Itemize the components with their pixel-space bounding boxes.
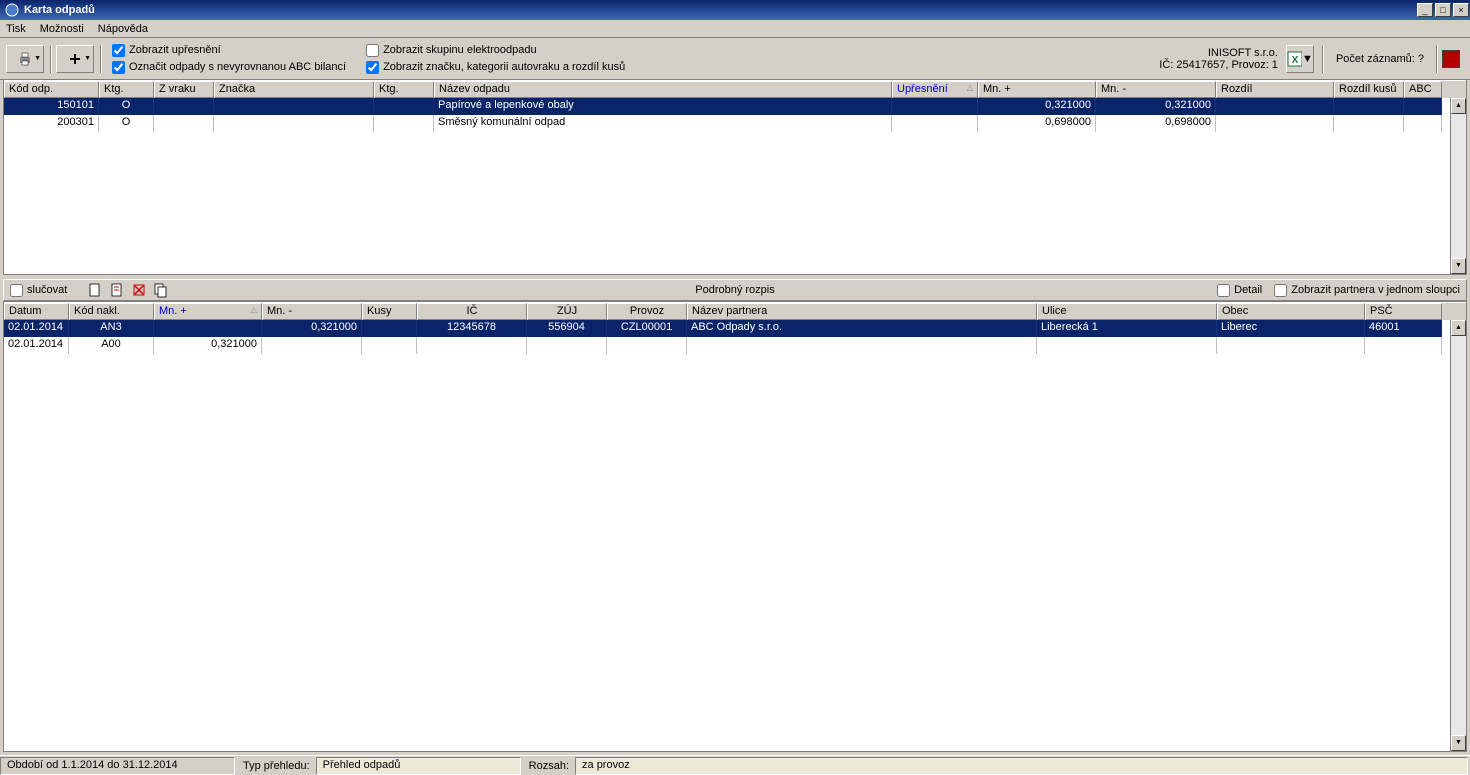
chk-znacku[interactable]: Zobrazit značku, kategorii autovraku a r… (366, 59, 625, 76)
top-scrollbar[interactable]: ▲ ▼ (1450, 98, 1466, 274)
status-obdobi: Období od 1.1.2014 do 31.12.2014 (0, 757, 235, 775)
col-ulice[interactable]: Ulice (1037, 303, 1217, 320)
bottom-grid-body[interactable]: 02.01.2014 AN3 0,321000 12345678 556904 … (4, 320, 1450, 751)
minimize-button[interactable]: _ (1417, 3, 1433, 17)
col-mnminus[interactable]: Mn. - (1096, 81, 1216, 98)
close-button[interactable]: × (1453, 3, 1469, 17)
svg-text:X: X (1292, 55, 1299, 66)
menu-moznosti[interactable]: Možnosti (40, 23, 84, 35)
col-partner[interactable]: Název partnera (687, 303, 1037, 320)
menu-tisk[interactable]: Tisk (6, 23, 26, 35)
maximize-button[interactable]: □ (1435, 3, 1451, 17)
col-rozdil-kusu[interactable]: Rozdíl kusů (1334, 81, 1404, 98)
scroll-down-icon[interactable]: ▼ (1451, 735, 1466, 751)
bottom-grid-header: Datum Kód nakl. Mn. + △ Mn. - Kusy IČ ZÚ… (4, 302, 1466, 320)
scroll-up-icon[interactable]: ▲ (1451, 320, 1466, 336)
table-row[interactable]: 150101 O Papírové a lepenkové obaly 0,32… (4, 98, 1450, 115)
company-info: INISOFT s.r.o. IČ: 25417657, Provoz: 1 (1159, 47, 1278, 71)
col-ic[interactable]: IČ (417, 303, 527, 320)
col-kusy[interactable]: Kusy (362, 303, 417, 320)
status-rozsah-label: Rozsah: (523, 759, 575, 773)
status-typ-value: Přehled odpadů (316, 757, 521, 775)
chk-elektro[interactable]: Zobrazit skupinu elektroodpadu (366, 42, 625, 59)
midbar-title: Podrobný rozpis (695, 284, 775, 296)
records-count: Počet záznamů: ? (1336, 53, 1424, 65)
delete-icon[interactable] (131, 282, 147, 298)
midbar: slučovat Podrobný rozpis Detail Zobrazit… (3, 279, 1467, 301)
chk-detail[interactable]: Detail (1217, 282, 1262, 299)
col-rozdil[interactable]: Rozdíl (1216, 81, 1334, 98)
status-typ-label: Typ přehledu: (237, 759, 316, 773)
statusbar: Období od 1.1.2014 do 31.12.2014 Typ pře… (0, 755, 1470, 775)
col-zuj[interactable]: ZÚJ (527, 303, 607, 320)
copy-icon[interactable] (153, 282, 169, 298)
col-bot-mnplus[interactable]: Mn. + △ (154, 303, 262, 320)
col-bot-mnminus[interactable]: Mn. - (262, 303, 362, 320)
menubar: Tisk Možnosti Nápověda (0, 20, 1470, 38)
col-datum[interactable]: Datum (4, 303, 69, 320)
chk-slucovat[interactable]: slučovat (10, 282, 67, 299)
titlebar: Karta odpadů _ □ × (0, 0, 1470, 20)
app-icon (4, 2, 20, 18)
top-grid-body[interactable]: 150101 O Papírové a lepenkové obaly 0,32… (4, 98, 1450, 274)
top-grid: Kód odp. Ktg. Z vraku Značka Ktg. Název … (3, 80, 1467, 275)
table-row[interactable]: 02.01.2014 AN3 0,321000 12345678 556904 … (4, 320, 1450, 337)
table-row[interactable]: 200301 O Směsný komunální odpad 0,698000… (4, 115, 1450, 132)
print-button[interactable]: ▼ (6, 45, 44, 73)
new-icon[interactable] (87, 282, 103, 298)
menu-napoveda[interactable]: Nápověda (98, 23, 148, 35)
table-row[interactable]: 02.01.2014 A00 0,321000 (4, 337, 1450, 354)
col-kod-odp[interactable]: Kód odp. (4, 81, 99, 98)
status-rozsah-value: za provoz (575, 757, 1468, 775)
excel-icon: X (1287, 51, 1302, 67)
col-upresneni[interactable]: Upřesnění △ (892, 81, 978, 98)
col-obec[interactable]: Obec (1217, 303, 1365, 320)
col-psc[interactable]: PSČ (1365, 303, 1442, 320)
scroll-down-icon[interactable]: ▼ (1451, 258, 1466, 274)
window-title: Karta odpadů (24, 4, 1416, 16)
chk-abc[interactable]: Označit odpady s nevyrovnanou ABC bilanc… (112, 59, 346, 76)
printer-icon (17, 51, 33, 67)
col-kod-nakl[interactable]: Kód nakl. (69, 303, 154, 320)
col-zvraku[interactable]: Z vraku (154, 81, 214, 98)
plus-icon (67, 51, 83, 67)
col-znacka[interactable]: Značka (214, 81, 374, 98)
col-ktg1[interactable]: Ktg. (99, 81, 154, 98)
excel-button[interactable]: X ▼ (1286, 45, 1314, 73)
edit-icon[interactable] (109, 282, 125, 298)
bottom-scrollbar[interactable]: ▲ ▼ (1450, 320, 1466, 751)
top-grid-header: Kód odp. Ktg. Z vraku Značka Ktg. Název … (4, 80, 1466, 98)
expand-button[interactable]: ▼ (56, 45, 94, 73)
col-nazev[interactable]: Název odpadu (434, 81, 892, 98)
col-mnplus[interactable]: Mn. + (978, 81, 1096, 98)
col-abc[interactable]: ABC (1404, 81, 1442, 98)
col-provoz[interactable]: Provoz (607, 303, 687, 320)
chk-partner-sloupec[interactable]: Zobrazit partnera v jednom sloupci (1274, 282, 1460, 299)
col-ktg2[interactable]: Ktg. (374, 81, 434, 98)
scroll-up-icon[interactable]: ▲ (1451, 98, 1466, 114)
close-panel-button[interactable] (1442, 50, 1460, 68)
toolbar: ▼ ▼ Zobrazit upřesnění Označit odpady s … (0, 38, 1470, 80)
chk-upresneni[interactable]: Zobrazit upřesnění (112, 42, 346, 59)
bottom-grid: Datum Kód nakl. Mn. + △ Mn. - Kusy IČ ZÚ… (3, 301, 1467, 752)
